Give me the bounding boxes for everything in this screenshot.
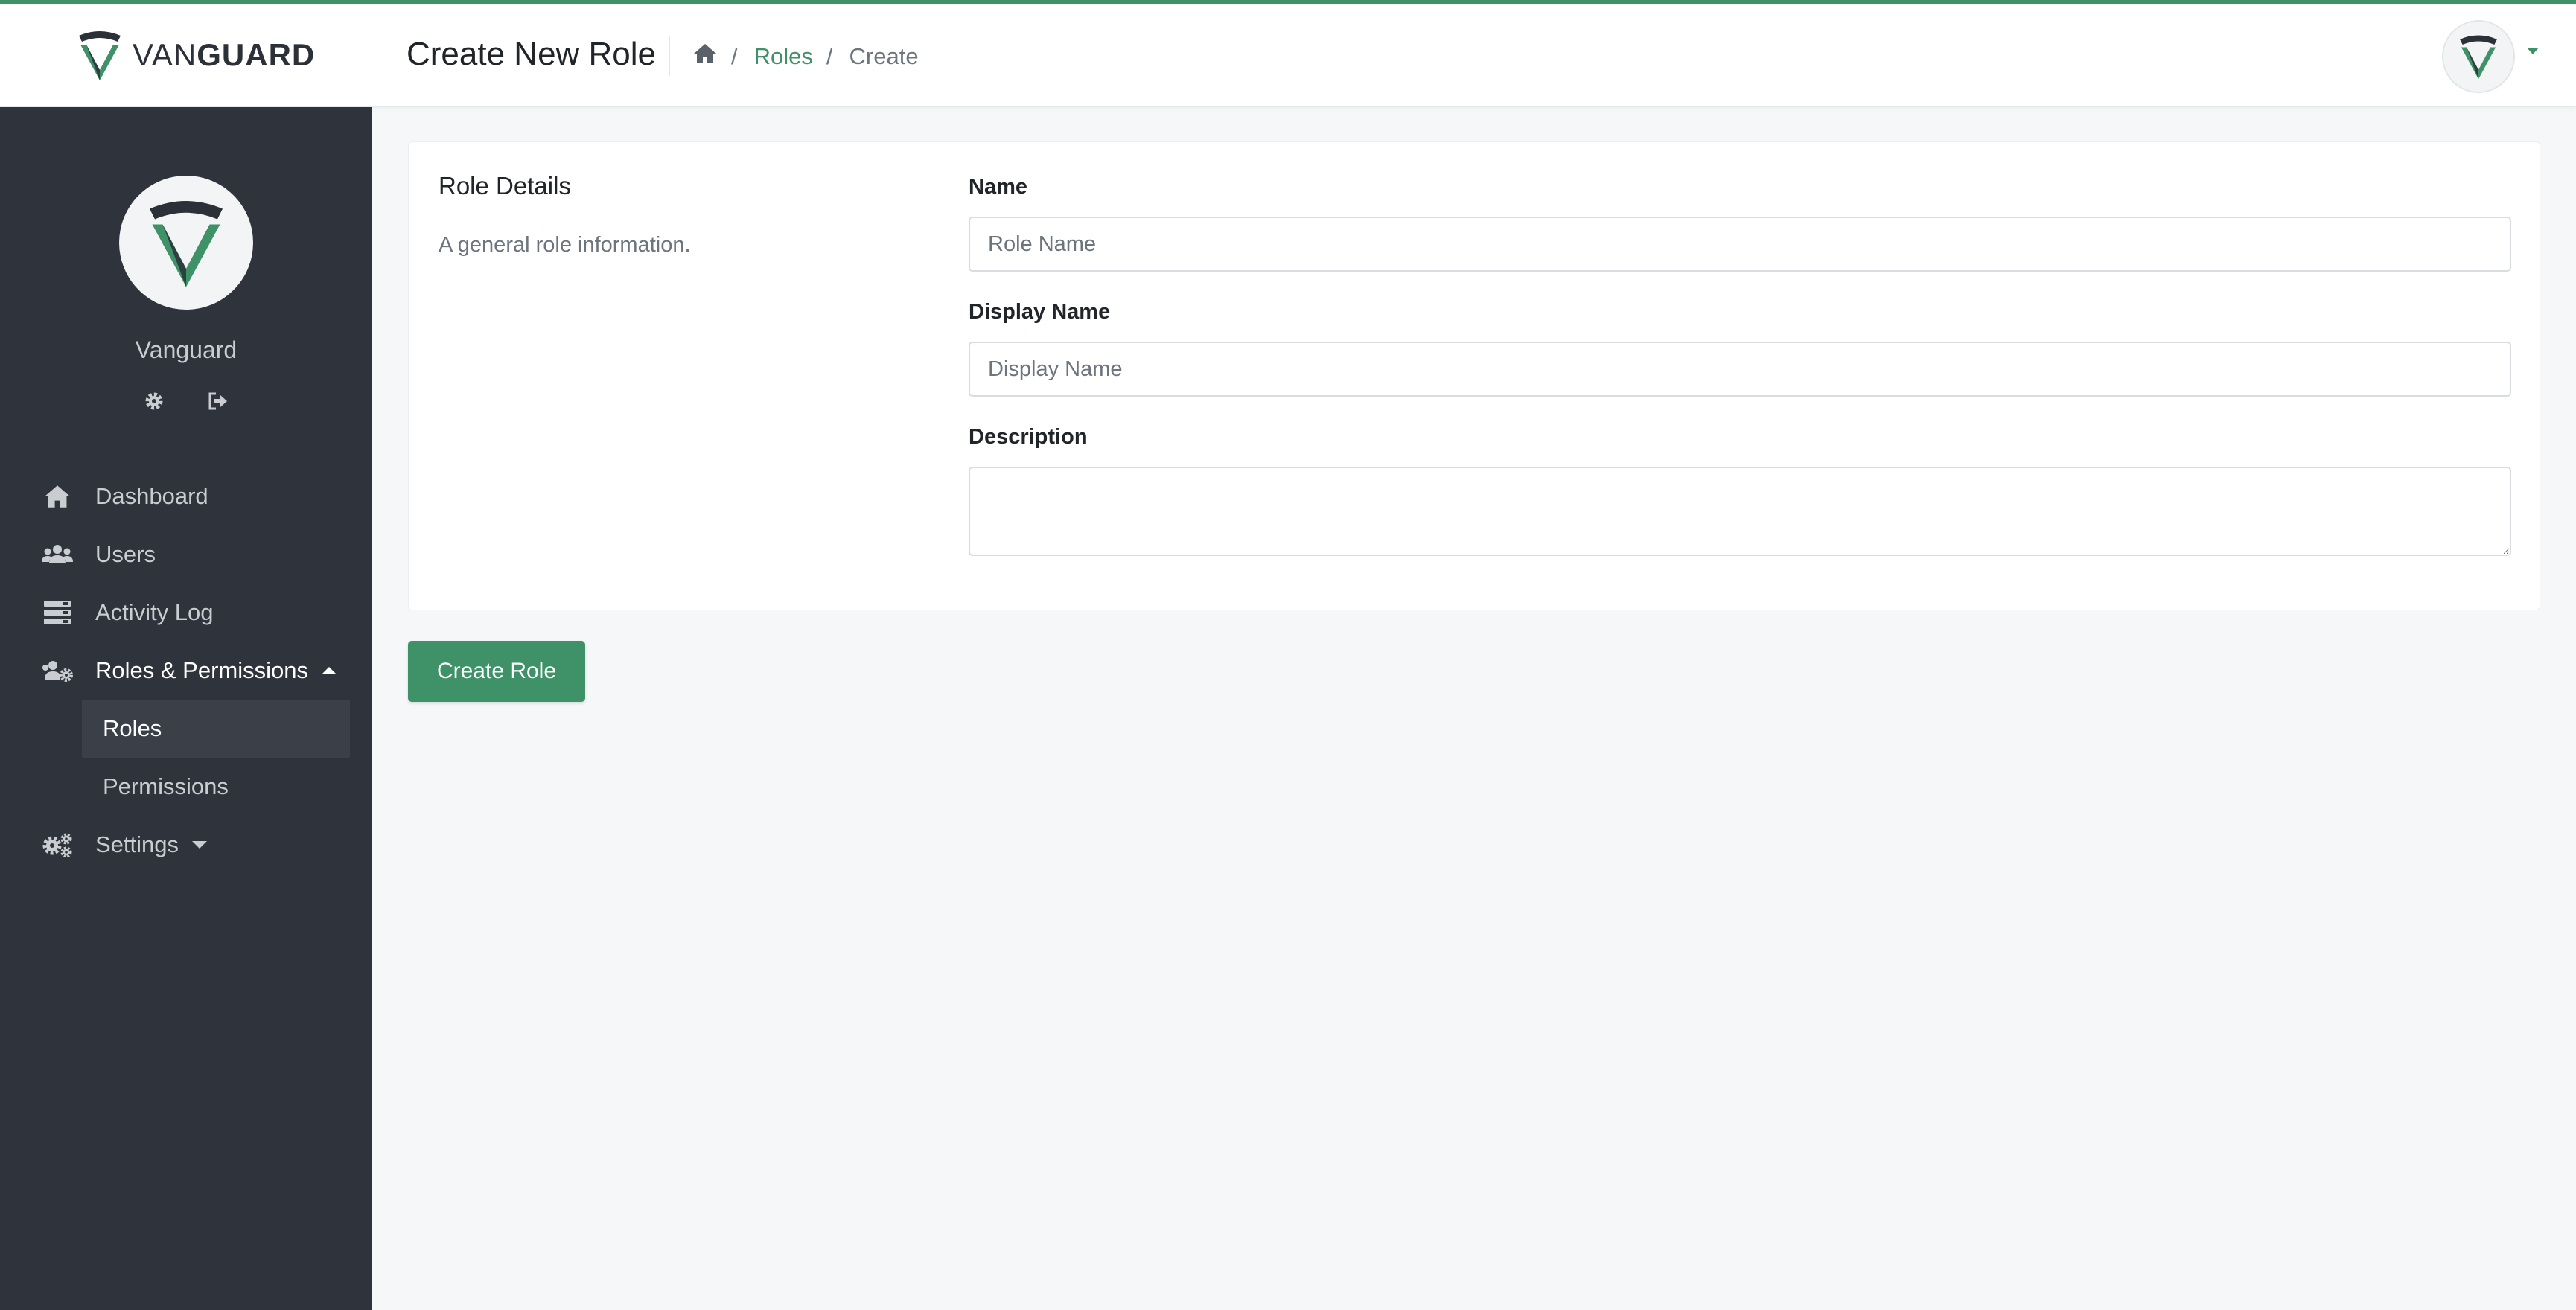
sidebar-item-label: Users — [95, 541, 156, 567]
home-icon — [694, 44, 716, 63]
avatar-logo-icon — [2460, 35, 2497, 80]
section-title: Role Details — [439, 172, 571, 199]
sidebar-subitem-label: Permissions — [103, 773, 229, 799]
caret-down-icon[interactable] — [2527, 48, 2539, 54]
accent-top-line — [0, 0, 2576, 4]
sidebar-item-activity-log[interactable]: Activity Log — [0, 584, 372, 642]
sidebar-item-dashboard[interactable]: Dashboard — [0, 467, 372, 525]
display-name-input[interactable] — [969, 342, 2511, 397]
brand-name: VANGUARD — [133, 37, 316, 72]
user-cog-icon — [42, 657, 73, 684]
sidebar-item-roles-permissions[interactable]: Roles & Permissions — [0, 642, 372, 700]
breadcrumb: / Roles / Create — [692, 42, 919, 71]
breadcrumb-roles-link[interactable]: Roles — [754, 43, 813, 70]
server-icon — [42, 599, 73, 626]
home-icon — [42, 483, 73, 510]
role-name-input[interactable] — [969, 217, 2511, 272]
sidebar-subitem-roles[interactable]: Roles — [82, 700, 350, 758]
sidebar-avatar[interactable] — [119, 176, 253, 310]
title-divider — [669, 36, 670, 76]
breadcrumb-home[interactable] — [692, 42, 718, 71]
avatar-logo-icon — [150, 201, 223, 287]
sidebar-item-label: Roles & Permissions — [95, 657, 308, 683]
brand[interactable]: VANGUARD — [74, 28, 315, 82]
gear-icon[interactable] — [143, 390, 165, 412]
description-textarea[interactable] — [969, 467, 2511, 556]
breadcrumb-separator: / — [826, 43, 833, 69]
cogs-icon — [42, 831, 73, 858]
breadcrumb-current: Create — [849, 43, 919, 69]
sidebar-nav: Dashboard Users Activity Log Roles & Per… — [0, 467, 372, 874]
section-description: A general role information. — [439, 233, 691, 257]
role-details-card: Role Details A general role information.… — [408, 141, 2540, 610]
sidebar: Vanguard Dashboard Users Activity Log Ro… — [0, 107, 372, 1310]
breadcrumb-separator: / — [731, 43, 738, 69]
sidebar-item-users[interactable]: Users — [0, 525, 372, 584]
sidebar-user-actions — [0, 390, 372, 412]
sidebar-username[interactable]: Vanguard — [0, 336, 372, 364]
description-label: Description — [969, 425, 1088, 449]
name-label: Name — [969, 175, 1027, 199]
sidebar-subitem-label: Roles — [103, 715, 162, 741]
vanguard-shield-logo — [79, 31, 121, 80]
caret-up-icon — [321, 667, 337, 674]
sidebar-item-label: Settings — [95, 831, 179, 857]
sidebar-item-label: Activity Log — [95, 599, 214, 625]
users-icon — [42, 541, 73, 568]
caret-down-icon — [192, 841, 208, 849]
sidebar-item-settings[interactable]: Settings — [0, 816, 372, 874]
sign-out-icon[interactable] — [207, 390, 229, 412]
display-name-label: Display Name — [969, 300, 1111, 324]
create-role-button[interactable]: Create Role — [408, 641, 585, 702]
sidebar-subitem-permissions[interactable]: Permissions — [82, 758, 350, 816]
user-avatar-menu[interactable] — [2442, 20, 2515, 93]
top-navbar: VANGUARD Create New Role / Roles / Creat… — [0, 0, 2576, 107]
page-title: Create New Role — [407, 36, 657, 72]
sidebar-item-label: Dashboard — [95, 483, 208, 509]
